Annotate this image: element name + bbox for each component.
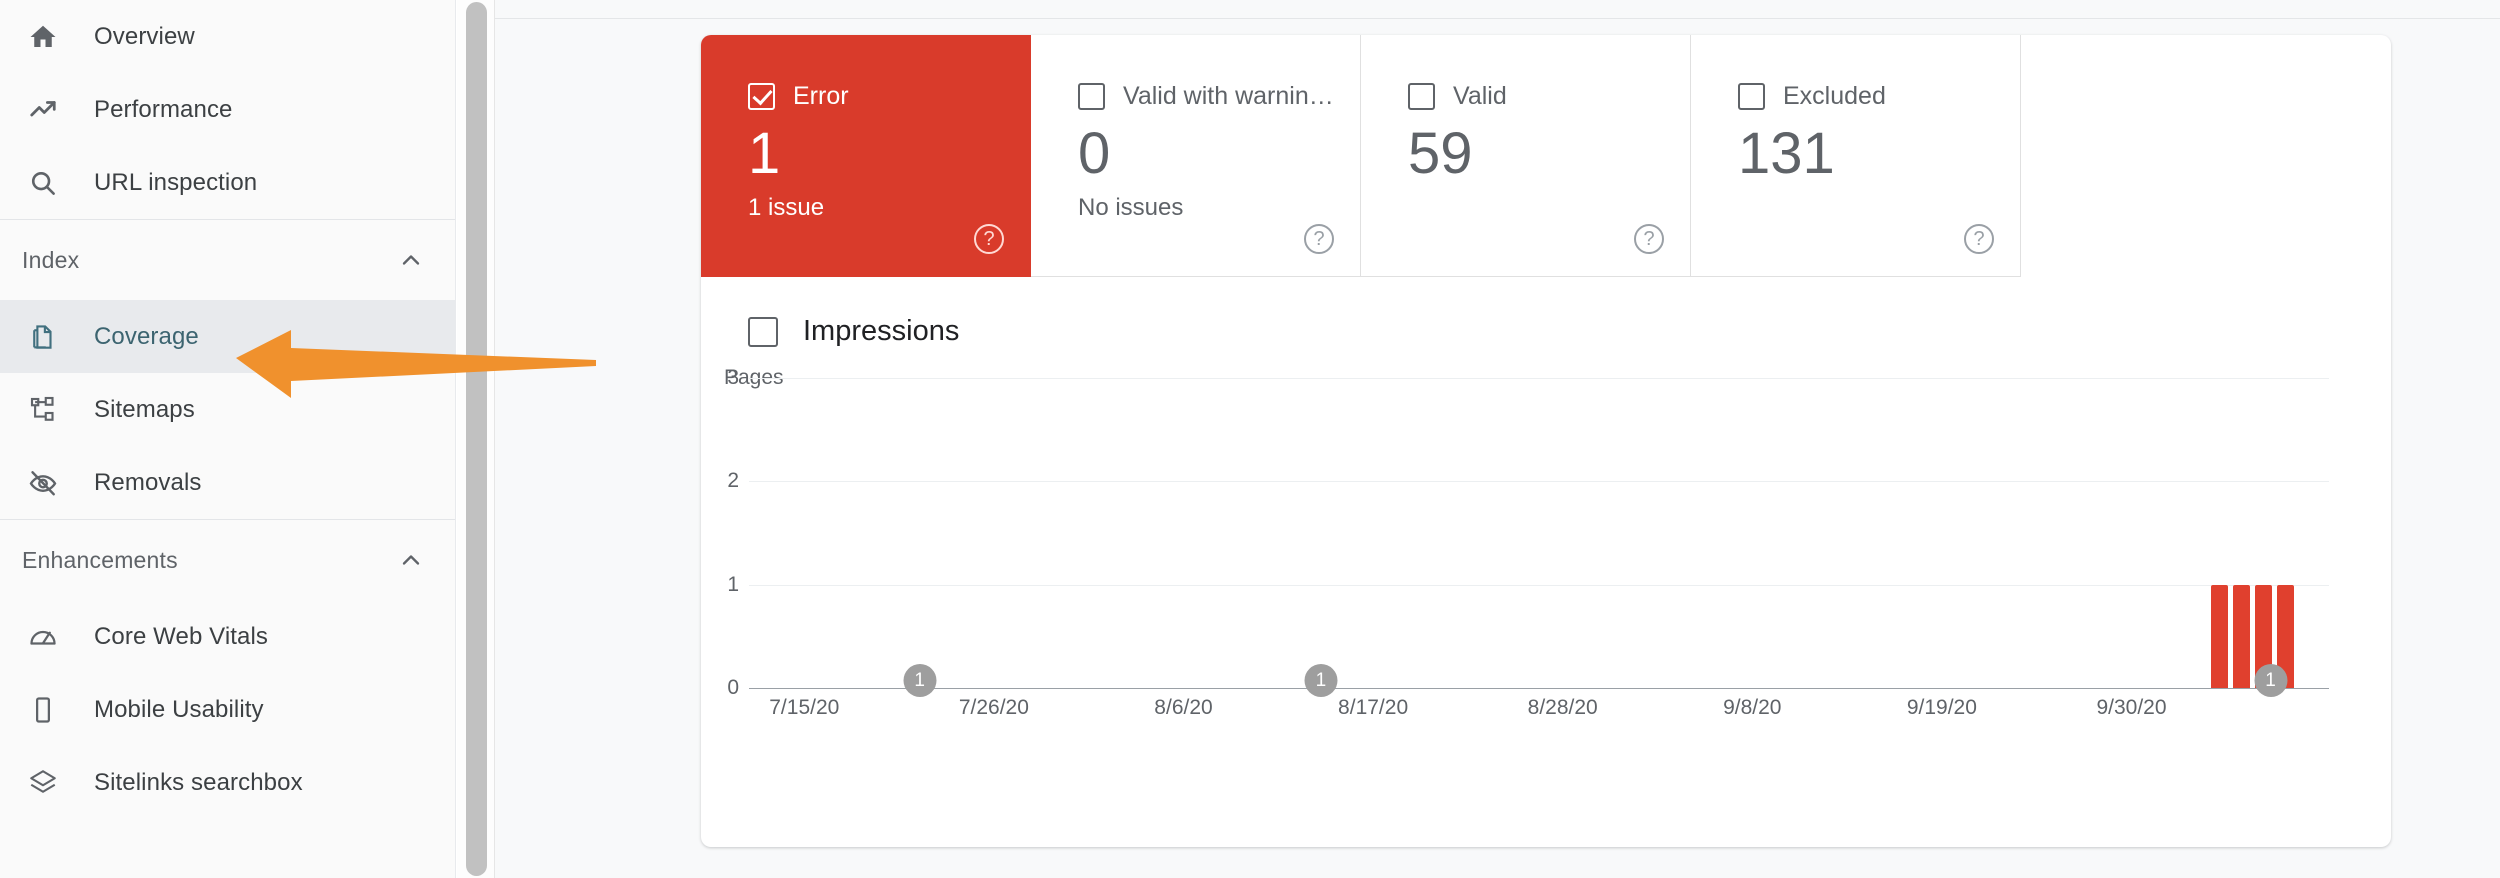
- chart-y-tick-label: 3: [727, 366, 739, 389]
- status-card-value: 59: [1408, 121, 1473, 186]
- pages-copy-icon: [22, 316, 64, 358]
- status-card-row: Error 1 1 issue ? Valid with warnin… 0 N…: [701, 35, 2021, 277]
- chart-annotation-marker[interactable]: 1: [2254, 664, 2288, 697]
- status-card-value: 131: [1738, 121, 1835, 186]
- valid-with-warnings-checkbox[interactable]: [1078, 83, 1105, 110]
- sidebar-item-mobile-usability[interactable]: Mobile Usability: [0, 673, 455, 746]
- sidebar-item-label: Overview: [94, 22, 195, 50]
- coverage-report-card: Error 1 1 issue ? Valid with warnin… 0 N…: [701, 35, 2391, 847]
- status-card-label: Error: [793, 82, 849, 110]
- chart-y-tick-label: 1: [727, 572, 739, 596]
- chart-y-tick-label: 0: [727, 676, 739, 699]
- chart-bar[interactable]: [2232, 584, 2250, 688]
- status-card-label: Valid with warnin…: [1123, 82, 1334, 110]
- main-content: Error 1 1 issue ? Valid with warnin… 0 N…: [495, 0, 2500, 878]
- sitemap-icon: [22, 389, 64, 431]
- sidebar-item-label: Sitelinks searchbox: [94, 768, 303, 796]
- sidebar-item-label: Coverage: [94, 322, 199, 350]
- chart-annotation-markers: 1 1 1: [749, 664, 2329, 730]
- status-card-subtext: No issues: [1078, 193, 1184, 221]
- home-icon: [22, 16, 64, 58]
- sidebar-item-overview[interactable]: Overview: [0, 0, 455, 73]
- status-card-subtext: 1 issue: [748, 193, 825, 221]
- trending-up-icon: [22, 89, 64, 131]
- help-icon[interactable]: ?: [1964, 224, 1994, 254]
- chart-legend: Impressions: [701, 277, 2391, 348]
- coverage-chart-block: Impressions Pages 0123 7/15/20 7/26/20 8/6…: [701, 277, 2391, 719]
- sidebar-item-sitemaps[interactable]: Sitemaps: [0, 373, 455, 446]
- sidebar-item-label: Mobile Usability: [94, 695, 264, 723]
- status-card-header: Valid: [1408, 82, 1690, 111]
- sidebar-section-enhancements[interactable]: Enhancements: [0, 520, 455, 600]
- help-icon[interactable]: ?: [1304, 224, 1334, 254]
- help-icon[interactable]: ?: [974, 224, 1004, 254]
- sidebar-item-core-web-vitals[interactable]: Core Web Vitals: [0, 600, 455, 673]
- sidebar-item-label: Sitemaps: [94, 395, 195, 423]
- sidebar-item-performance[interactable]: Performance: [0, 73, 455, 146]
- sidebar-item-coverage[interactable]: Coverage: [0, 300, 455, 373]
- chevron-up-icon[interactable]: [397, 546, 425, 574]
- status-card-value: 1: [748, 121, 781, 186]
- help-icon[interactable]: ?: [1634, 224, 1664, 254]
- mobile-phone-icon: [22, 689, 64, 731]
- status-card-valid-with-warnings[interactable]: Valid with warnin… 0 No issues ?: [1031, 35, 1361, 277]
- status-card-header: Error: [748, 82, 1030, 111]
- sidebar-item-removals[interactable]: Removals: [0, 446, 455, 519]
- sidebar-item-label: URL inspection: [94, 168, 258, 196]
- status-card-valid[interactable]: Valid 59 ?: [1361, 35, 1691, 277]
- status-card-value: 0: [1078, 121, 1111, 186]
- status-card-label: Excluded: [1783, 82, 1886, 110]
- sidebar-item-label: Core Web Vitals: [94, 622, 269, 650]
- eye-off-icon: [22, 462, 64, 504]
- chart-annotation-marker[interactable]: 1: [903, 664, 937, 697]
- chart-y-tick-label: 2: [727, 469, 739, 493]
- impressions-label: Impressions: [803, 315, 960, 347]
- status-card-excluded[interactable]: Excluded 131 ?: [1691, 35, 2021, 277]
- sidebar-item-label: Performance: [94, 95, 233, 123]
- status-card-header: Valid with warnin…: [1078, 82, 1360, 111]
- excluded-checkbox[interactable]: [1738, 83, 1765, 110]
- chart-plot-area: [749, 378, 2329, 688]
- chevron-up-icon[interactable]: [397, 246, 425, 274]
- chart-annotation-marker[interactable]: 1: [1304, 664, 1338, 697]
- status-card-error[interactable]: Error 1 1 issue ?: [701, 35, 1031, 277]
- scrollbar-thumb[interactable]: [466, 2, 487, 876]
- chart-gridline: [749, 688, 2329, 689]
- chart-bar[interactable]: [2210, 584, 2228, 688]
- sidebar-item-url-inspection[interactable]: URL inspection: [0, 146, 455, 219]
- search-icon: [22, 162, 64, 204]
- bar-chart: Pages 0123 7/15/20 7/26/20 8/6/20 8/17/20 8/…: [701, 366, 2391, 719]
- speedometer-icon: [22, 616, 64, 658]
- valid-checkbox[interactable]: [1408, 83, 1435, 110]
- header-divider: [495, 18, 2500, 19]
- sidebar-item-label: Removals: [94, 468, 202, 496]
- sidebar-item-sitelinks-searchbox[interactable]: Sitelinks searchbox: [0, 746, 455, 819]
- left-sidebar: Overview Performance URL inspection Inde…: [0, 0, 456, 878]
- status-card-label: Valid: [1453, 82, 1507, 110]
- layers-icon: [22, 762, 64, 804]
- sidebar-section-title: Index: [22, 246, 80, 273]
- status-card-header: Excluded: [1738, 82, 2020, 111]
- impressions-checkbox[interactable]: [748, 316, 778, 347]
- app-root: Overview Performance URL inspection Inde…: [0, 0, 2500, 878]
- sidebar-section-title: Enhancements: [22, 546, 178, 573]
- sidebar-section-index[interactable]: Index: [0, 220, 455, 300]
- error-checkbox[interactable]: [748, 83, 775, 110]
